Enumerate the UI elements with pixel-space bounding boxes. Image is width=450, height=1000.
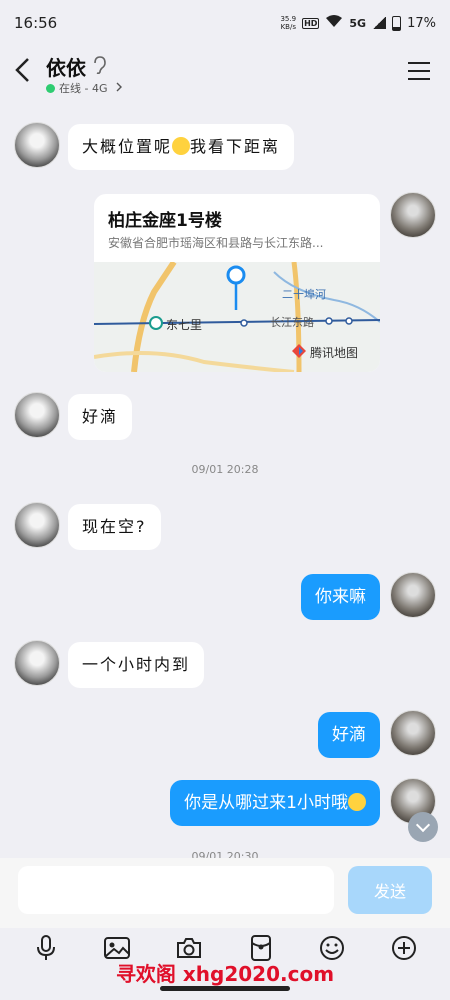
presence-status[interactable]: 在线 - 4G: [46, 80, 123, 96]
watermark: 寻欢阁 xhg2020.com: [115, 962, 335, 986]
ear-icon[interactable]: [92, 55, 106, 78]
location-card[interactable]: 柏庄金座1号楼 安徽省合肥市瑶海区和县路与长江东路... 二十埠河 东七里 长江…: [94, 194, 380, 372]
grinning-sweat-emoji-icon: [348, 793, 366, 811]
message-bubble-outgoing[interactable]: 你来嘛: [301, 574, 380, 620]
my-avatar[interactable]: [390, 710, 436, 756]
wifi-icon: [325, 14, 343, 32]
hd-icon: HD: [302, 17, 320, 29]
message-bubble-incoming[interactable]: 好滴: [68, 394, 133, 440]
battery-icon: [392, 15, 402, 31]
chevron-right-icon: [116, 82, 123, 95]
message-bubble-incoming[interactable]: 一个小时内到: [68, 642, 205, 688]
network-type: 5G: [349, 16, 367, 30]
back-arrow-icon[interactable]: [12, 56, 38, 86]
menu-icon[interactable]: [408, 62, 430, 80]
message-bubble-outgoing[interactable]: 好滴: [318, 712, 380, 758]
map-label: 东七里: [166, 318, 203, 332]
status-bar: 16:56 35.9 KB/s HD 5G 17%: [0, 0, 450, 46]
signal-icon: [372, 17, 387, 29]
message-input[interactable]: [18, 866, 334, 914]
my-avatar[interactable]: [390, 192, 436, 238]
message-bubble-incoming[interactable]: 大概位置呢 我看下距离: [68, 124, 295, 170]
location-address: 安徽省合肥市瑶海区和县路与长江东路...: [108, 236, 324, 250]
net-speed: 35.9 KB/s: [280, 15, 297, 31]
battery-level: 17%: [407, 15, 436, 31]
chat-header: 依依 在线 - 4G: [0, 46, 450, 102]
location-pin-icon: [225, 264, 247, 316]
map-label: 二十埠河: [282, 288, 326, 301]
send-button[interactable]: 发送: [348, 866, 432, 914]
map-preview: 二十埠河 东七里 长江东路 腾讯地图: [94, 262, 380, 372]
contact-avatar[interactable]: [14, 640, 60, 686]
contact-name[interactable]: 依依: [46, 52, 106, 81]
home-indicator[interactable]: [160, 986, 290, 991]
map-provider: 腾讯地图: [292, 344, 358, 361]
online-dot-icon: [46, 83, 55, 93]
message-timestamp: 09/01 20:28: [191, 463, 259, 476]
contact-avatar[interactable]: [14, 122, 60, 168]
my-avatar[interactable]: [390, 572, 436, 618]
scroll-down-button[interactable]: [408, 812, 438, 842]
message-bubble-incoming[interactable]: 现在空?: [68, 504, 161, 550]
location-title: 柏庄金座1号楼: [108, 211, 222, 231]
composer-bar: 发送: [0, 858, 450, 928]
message-bubble-outgoing[interactable]: 你是从哪过来1小时哦: [170, 780, 380, 826]
map-label: 长江东路: [270, 316, 314, 329]
contact-avatar[interactable]: [14, 502, 60, 548]
laughing-tears-emoji-icon: [172, 137, 191, 155]
contact-avatar[interactable]: [14, 392, 60, 438]
tencent-map-logo-icon: [292, 344, 306, 361]
status-time: 16:56: [14, 14, 58, 32]
